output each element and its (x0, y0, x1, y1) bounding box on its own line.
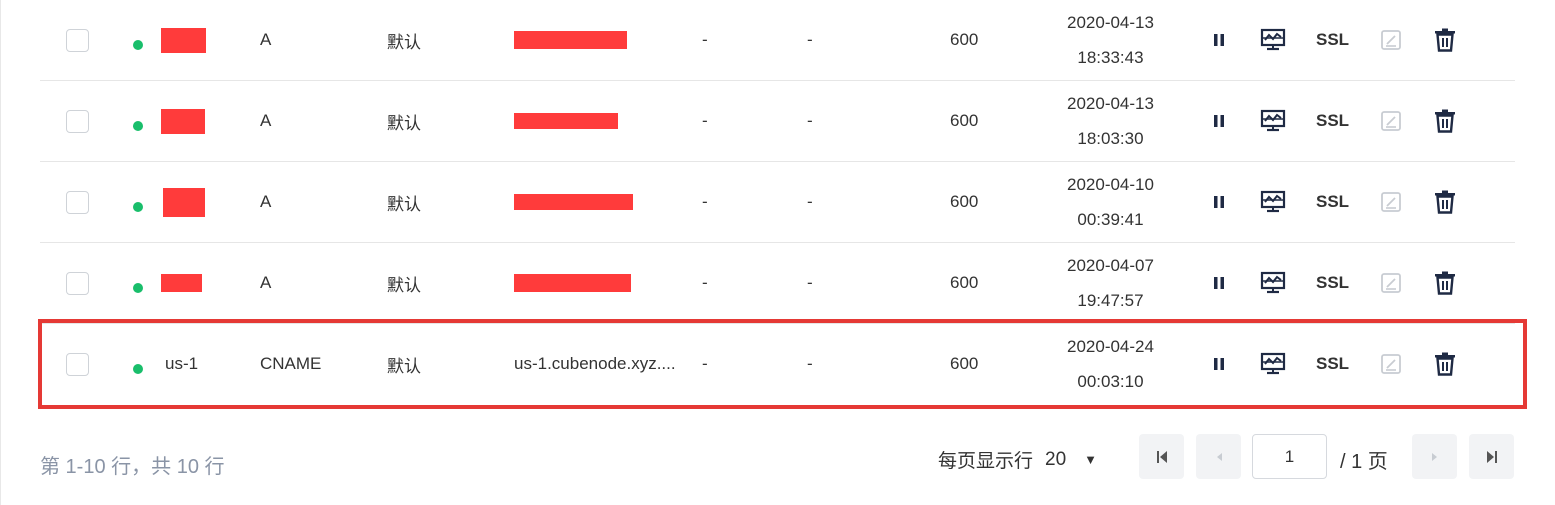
page-total: / 1 页 (1340, 451, 1388, 473)
record-line: 默认 (387, 194, 421, 214)
record-name (161, 243, 202, 323)
table-row: A 默认 - - 600 2020-04-10 00:39:41 SSL (40, 162, 1515, 243)
record-mx: - (702, 192, 708, 211)
row-checkbox[interactable] (66, 81, 89, 161)
highlight-box (38, 319, 1527, 409)
per-page-select[interactable]: 每页显示行 20 ▼ (938, 446, 1097, 473)
record-weight: - (807, 30, 813, 49)
record-line: 默认 (387, 113, 421, 133)
ssl-button[interactable]: SSL (1316, 0, 1349, 80)
record-value (514, 243, 679, 323)
status-dot (133, 243, 143, 323)
ssl-button[interactable]: SSL (1316, 243, 1349, 323)
record-updated: 2020-04-07 19:47:57 (1067, 243, 1154, 323)
record-value (514, 0, 679, 80)
record-date: 2020-04-07 (1067, 256, 1154, 275)
record-name (161, 162, 205, 242)
record-type: A (260, 273, 272, 292)
record-time: 18:03:30 (1077, 129, 1144, 148)
row-checkbox[interactable] (66, 243, 89, 323)
record-ttl: 600 (950, 273, 979, 292)
caret-down-icon: ▼ (1084, 452, 1098, 467)
trash-icon[interactable] (1434, 0, 1456, 80)
status-dot (133, 162, 143, 242)
record-date: 2020-04-10 (1067, 175, 1154, 194)
edit-icon[interactable] (1380, 162, 1402, 242)
redacted-name (161, 274, 202, 292)
redacted-value (514, 113, 618, 129)
ssl-button[interactable]: SSL (1316, 162, 1349, 242)
record-line: 默认 (387, 32, 421, 52)
pagination-summary: 第 1-10 行，共 10 行 (40, 456, 225, 478)
monitor-icon[interactable] (1260, 81, 1286, 161)
record-weight: - (807, 273, 813, 292)
record-ttl: 600 (950, 30, 979, 49)
pause-icon[interactable] (1212, 162, 1226, 242)
chevron-right-icon (1431, 452, 1437, 461)
redacted-name (163, 187, 205, 217)
edit-icon[interactable] (1380, 243, 1402, 323)
trash-icon[interactable] (1434, 243, 1456, 323)
record-updated: 2020-04-13 18:03:30 (1067, 81, 1154, 161)
table-row: A 默认 - - 600 2020-04-07 19:47:57 SSL (40, 243, 1515, 324)
record-updated: 2020-04-10 00:39:41 (1067, 162, 1154, 242)
prev-page-button[interactable] (1196, 434, 1241, 479)
redacted-value (514, 194, 633, 210)
record-mx: - (702, 273, 708, 292)
record-date: 2020-04-13 (1067, 94, 1154, 113)
record-type: A (260, 192, 272, 211)
pause-icon[interactable] (1212, 0, 1226, 80)
record-name (161, 0, 206, 80)
record-line: 默认 (387, 275, 421, 295)
record-ttl: 600 (950, 192, 979, 211)
pause-icon[interactable] (1212, 81, 1226, 161)
page-number-input[interactable]: 1 (1252, 434, 1327, 479)
monitor-icon[interactable] (1260, 243, 1286, 323)
edit-icon[interactable] (1380, 81, 1402, 161)
row-checkbox[interactable] (66, 162, 89, 242)
pagination-bar: 第 1-10 行，共 10 行 每页显示行 20 ▼ 1 / 1 页 (0, 430, 1555, 490)
record-value (514, 81, 679, 161)
ssl-button[interactable]: SSL (1316, 81, 1349, 161)
record-time: 00:39:41 (1077, 210, 1144, 229)
edit-icon[interactable] (1380, 0, 1402, 80)
last-page-icon (1486, 450, 1497, 463)
record-time: 19:47:57 (1077, 291, 1144, 310)
status-dot (133, 0, 143, 80)
status-dot (133, 81, 143, 161)
record-weight: - (807, 111, 813, 130)
trash-icon[interactable] (1434, 81, 1456, 161)
first-page-button[interactable] (1139, 434, 1184, 479)
record-name (161, 81, 205, 161)
record-mx: - (702, 111, 708, 130)
first-page-icon (1156, 450, 1167, 463)
per-page-label: 每页显示行 (938, 451, 1034, 472)
redacted-name (161, 27, 206, 53)
record-updated: 2020-04-13 18:33:43 (1067, 0, 1154, 80)
record-type: A (260, 30, 272, 49)
last-page-button[interactable] (1469, 434, 1514, 479)
redacted-value (514, 31, 627, 49)
next-page-button[interactable] (1412, 434, 1457, 479)
record-ttl: 600 (950, 111, 979, 130)
monitor-icon[interactable] (1260, 162, 1286, 242)
record-mx: - (702, 30, 708, 49)
row-checkbox[interactable] (66, 0, 89, 80)
table-row: A 默认 - - 600 2020-04-13 18:03:30 SSL (40, 81, 1515, 162)
pause-icon[interactable] (1212, 243, 1226, 323)
table-row: A 默认 - - 600 2020-04-13 18:33:43 SSL (40, 0, 1515, 81)
redacted-name (161, 108, 205, 134)
record-date: 2020-04-13 (1067, 13, 1154, 32)
chevron-left-icon (1216, 452, 1222, 461)
record-time: 18:33:43 (1077, 48, 1144, 67)
trash-icon[interactable] (1434, 162, 1456, 242)
record-value (514, 162, 679, 242)
redacted-value (514, 274, 631, 292)
record-type: A (260, 111, 272, 130)
per-page-value: 20 (1045, 448, 1067, 470)
record-weight: - (807, 192, 813, 211)
monitor-icon[interactable] (1260, 0, 1286, 80)
